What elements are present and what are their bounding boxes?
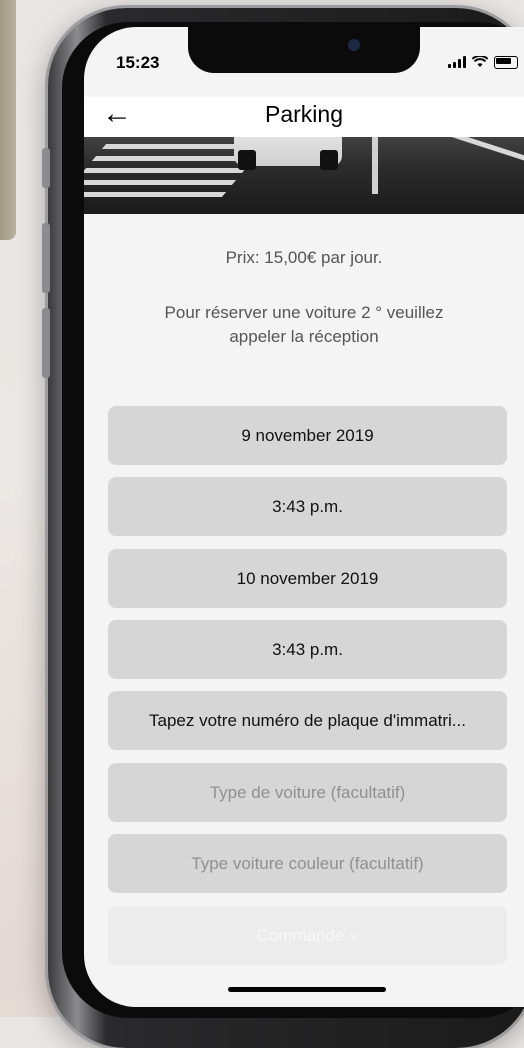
battery-icon bbox=[494, 55, 518, 69]
info-text: Pour réserver une voiture 2 ° veuillez a… bbox=[164, 303, 444, 346]
car-wheel bbox=[320, 150, 338, 170]
car-color-input[interactable]: Type voiture couleur (facultatif) bbox=[108, 834, 507, 893]
background-phone bbox=[0, 0, 16, 240]
cellular-signal-icon bbox=[448, 56, 466, 68]
end-time-picker[interactable]: 3:43 p.m. bbox=[108, 620, 507, 679]
end-date-picker[interactable]: 10 november 2019 bbox=[108, 549, 507, 608]
parking-hero-image bbox=[84, 124, 524, 214]
crosswalk-stripe bbox=[91, 156, 257, 161]
license-plate-input[interactable]: Tapez votre numéro de plaque d'immatri..… bbox=[108, 691, 507, 750]
navigation-bar: ← Parking bbox=[84, 97, 524, 137]
wifi-icon bbox=[472, 56, 488, 67]
price-text: Prix: 15,00€ par jour. bbox=[225, 248, 383, 267]
status-time: 15:23 bbox=[116, 53, 160, 72]
car-wheel bbox=[238, 150, 256, 170]
volume-up-button bbox=[42, 223, 50, 293]
app-screen: 15:23 ← Parking Prix: 15,00€ par jour. P… bbox=[84, 27, 524, 1007]
front-camera bbox=[348, 39, 360, 51]
volume-down-button bbox=[42, 308, 50, 378]
car-type-input[interactable]: Type de voiture (facultatif) bbox=[108, 763, 507, 822]
crosswalk-stripe bbox=[84, 180, 237, 185]
silent-switch bbox=[42, 148, 50, 188]
home-indicator[interactable] bbox=[228, 987, 386, 992]
crosswalk-stripe bbox=[84, 168, 247, 173]
start-date-picker[interactable]: 9 november 2019 bbox=[108, 406, 507, 465]
crosswalk-stripe bbox=[84, 192, 227, 197]
order-button[interactable]: Commande » bbox=[108, 906, 507, 965]
status-icons bbox=[448, 55, 518, 69]
start-time-picker[interactable]: 3:43 p.m. bbox=[108, 477, 507, 536]
page-title: Parking bbox=[265, 101, 343, 127]
notch bbox=[188, 27, 420, 73]
